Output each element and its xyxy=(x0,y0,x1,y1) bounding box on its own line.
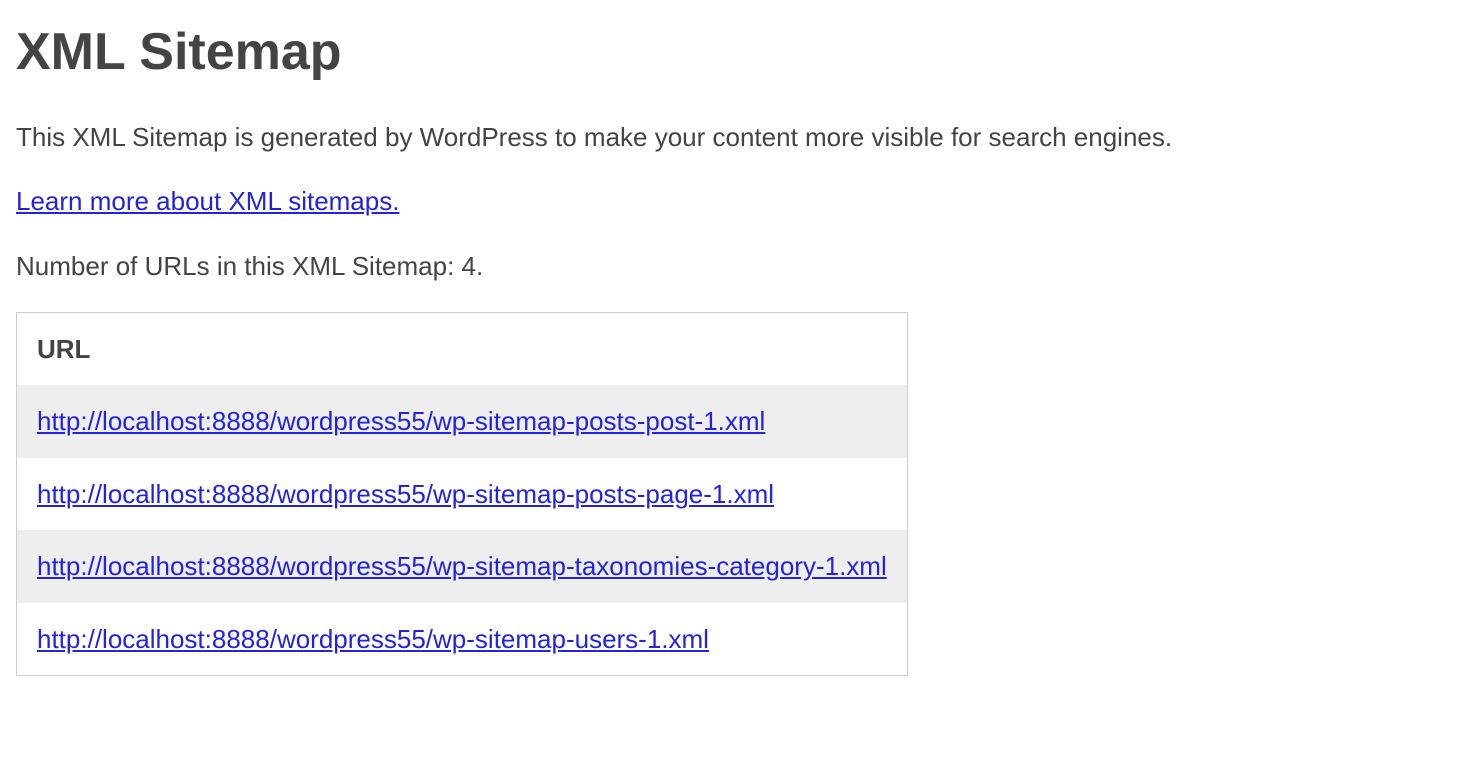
table-row: http://localhost:8888/wordpress55/wp-sit… xyxy=(17,530,908,602)
sitemap-description: This XML Sitemap is generated by WordPre… xyxy=(16,119,1454,155)
sitemap-url-link[interactable]: http://localhost:8888/wordpress55/wp-sit… xyxy=(37,406,765,436)
table-header-url: URL xyxy=(17,312,908,385)
url-count-text: Number of URLs in this XML Sitemap: 4. xyxy=(16,248,1454,284)
table-row: http://localhost:8888/wordpress55/wp-sit… xyxy=(17,385,908,457)
learn-more-link[interactable]: Learn more about XML sitemaps. xyxy=(16,186,399,216)
table-row: http://localhost:8888/wordpress55/wp-sit… xyxy=(17,458,908,530)
page-title: XML Sitemap xyxy=(16,16,1454,89)
sitemap-url-link[interactable]: http://localhost:8888/wordpress55/wp-sit… xyxy=(37,551,887,581)
sitemap-table: URL http://localhost:8888/wordpress55/wp… xyxy=(16,312,908,676)
sitemap-url-link[interactable]: http://localhost:8888/wordpress55/wp-sit… xyxy=(37,479,774,509)
sitemap-url-link[interactable]: http://localhost:8888/wordpress55/wp-sit… xyxy=(37,624,709,654)
table-row: http://localhost:8888/wordpress55/wp-sit… xyxy=(17,603,908,676)
